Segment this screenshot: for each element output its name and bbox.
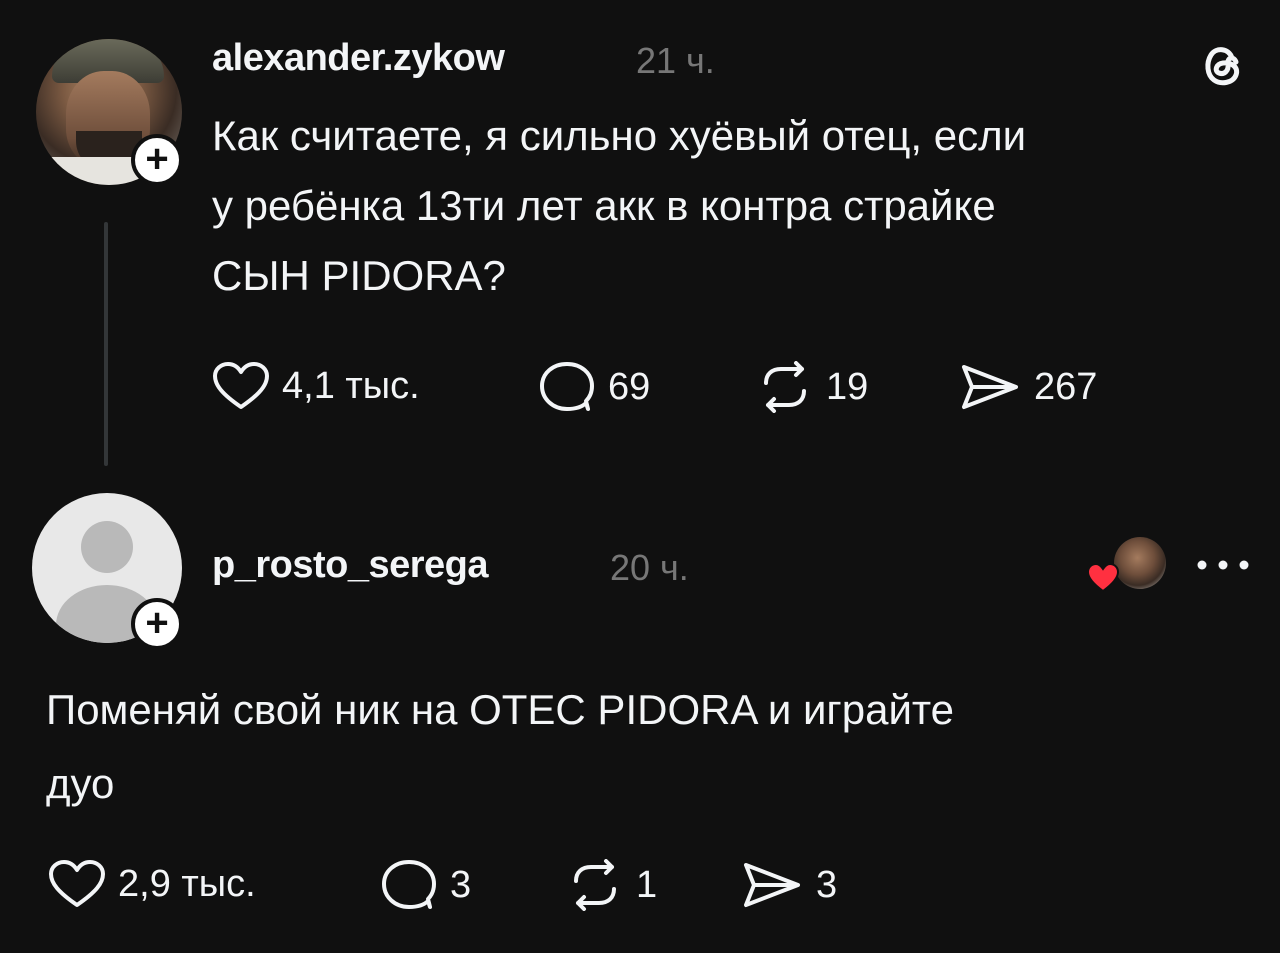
repost-icon [764,361,806,413]
post-text-line-2: у ребёнка 13ти лет акк в контра страйке [212,182,996,229]
threads-logo-icon[interactable] [1196,38,1248,90]
follow-button[interactable]: + [131,134,183,186]
reply-timestamp: 20 ч. [610,547,689,588]
post-text-line-3: СЫН PIDORA? [212,252,506,299]
author-liked-heart-icon [1086,562,1120,593]
post-repost-button[interactable]: 19 [756,361,868,413]
avatar-placeholder-head [81,521,133,573]
share-icon [962,365,1018,409]
post-share-count: 267 [1034,365,1098,408]
reply-share-button[interactable]: 3 [742,859,837,911]
reply-comment-button[interactable]: 3 [380,859,471,911]
more-icon[interactable] [1196,555,1250,575]
heart-icon [213,362,269,409]
post-share-button[interactable]: 267 [960,361,1097,413]
heart-icon [49,860,105,907]
comment-icon [382,860,436,909]
reply-like-count: 2,9 тыс. [118,862,256,905]
share-icon [744,863,800,907]
post-text-line-1: Как считаете, я сильно хуёвый отец, если [212,112,1027,159]
post-like-button[interactable]: 4,1 тыс. [212,361,420,411]
reply-repost-button[interactable]: 1 [566,859,657,911]
post-username[interactable]: alexander.zykow [212,37,505,80]
post-like-count: 4,1 тыс. [282,364,420,407]
post-comment-button[interactable]: 69 [538,361,650,413]
post-comment-count: 69 [608,365,651,408]
reply-like-button[interactable]: 2,9 тыс. [48,859,256,909]
thread-line [104,222,108,466]
post-repost-count: 19 [826,365,869,408]
reply-comment-count: 3 [450,863,472,906]
reply-share-count: 3 [816,863,838,906]
author-liked-avatar [1114,537,1166,589]
reply-follow-button[interactable]: + [131,598,183,650]
repost-icon [574,859,616,911]
reply-text-line-1: Поменяй свой ник на ОТЕС PIDORA и играйт… [46,686,955,733]
comment-icon [540,362,594,411]
reply-text-line-2: дуо [46,760,115,807]
post-timestamp: 21 ч. [636,40,715,81]
reply-username[interactable]: p_rosto_serega [212,544,489,587]
reply-repost-count: 1 [636,863,658,906]
